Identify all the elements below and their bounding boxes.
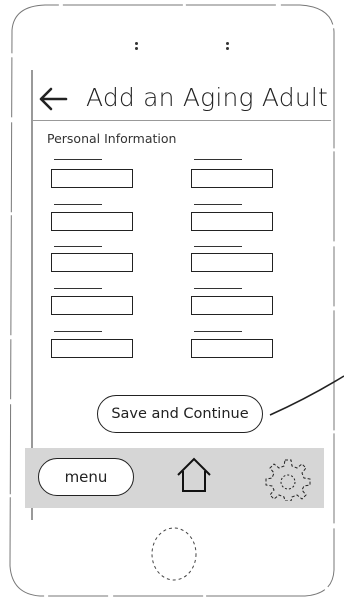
field-label-placeholder xyxy=(54,288,102,289)
annotation-callout-line xyxy=(269,375,344,416)
section-label: Personal Information xyxy=(47,131,177,146)
form-field-2[interactable] xyxy=(191,169,273,188)
field-label-placeholder xyxy=(194,204,242,205)
home-icon[interactable] xyxy=(174,456,214,494)
device-home-button[interactable] xyxy=(149,526,199,582)
sensor-dot xyxy=(135,47,138,50)
back-arrow-icon[interactable] xyxy=(38,85,70,113)
bottom-nav-bar: menu xyxy=(25,448,324,508)
page-title: Add an Aging Adult xyxy=(86,83,329,112)
field-label-placeholder xyxy=(54,159,102,160)
field-label-placeholder xyxy=(54,331,102,332)
sensor-dot xyxy=(135,42,138,45)
form-field-9[interactable] xyxy=(51,339,133,358)
field-label-placeholder xyxy=(54,204,102,205)
field-label-placeholder xyxy=(194,331,242,332)
form-field-6[interactable] xyxy=(191,253,273,272)
phone-frame: Add an Aging Adult Personal Information … xyxy=(0,0,344,600)
menu-button[interactable]: menu xyxy=(38,458,134,496)
sensor-dot xyxy=(226,47,229,50)
save-and-continue-button[interactable]: Save and Continue xyxy=(97,395,263,433)
form-field-8[interactable] xyxy=(191,296,273,315)
sensor-dot xyxy=(226,42,229,45)
form-field-1[interactable] xyxy=(51,169,133,188)
field-label-placeholder xyxy=(194,288,242,289)
field-label-placeholder xyxy=(194,246,242,247)
field-label-placeholder xyxy=(54,246,102,247)
gear-icon[interactable] xyxy=(265,457,311,501)
form-field-5[interactable] xyxy=(51,253,133,272)
field-label-placeholder xyxy=(194,159,242,160)
form-field-7[interactable] xyxy=(51,296,133,315)
form-field-4[interactable] xyxy=(191,212,273,231)
form-field-3[interactable] xyxy=(51,212,133,231)
header-divider xyxy=(31,120,331,121)
form-field-10[interactable] xyxy=(191,339,273,358)
